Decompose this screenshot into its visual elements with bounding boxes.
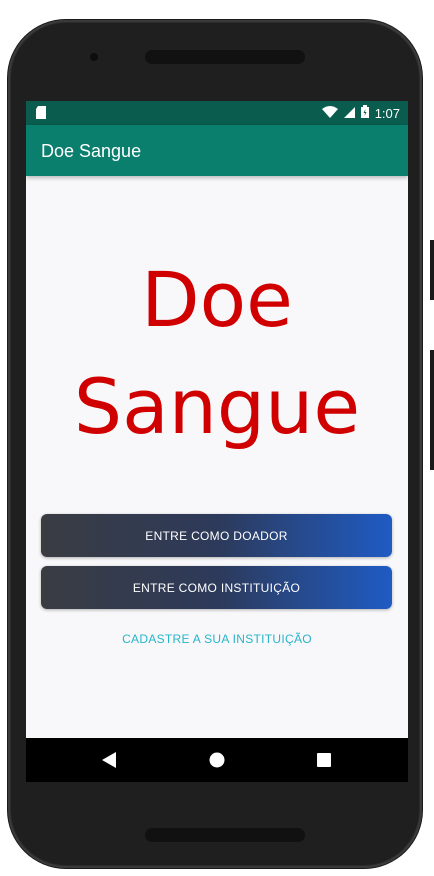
power-button: [430, 240, 434, 300]
cell-signal-icon: [343, 106, 355, 121]
back-icon: [102, 752, 116, 768]
clock: 1:07: [374, 105, 400, 121]
top-speaker: [145, 50, 305, 64]
home-icon: [209, 752, 225, 768]
front-camera: [90, 53, 98, 61]
app-title: Doe Sangue: [41, 141, 142, 161]
status-bar: 1:07: [26, 101, 408, 125]
home-button[interactable]: [187, 738, 247, 782]
recents-icon: [317, 753, 331, 767]
status-icons: 1:07: [321, 105, 400, 121]
navigation-bar: [26, 738, 408, 782]
volume-button: [430, 350, 434, 470]
app-bar: Doe Sangue: [26, 125, 408, 176]
recents-button[interactable]: [294, 738, 354, 782]
hero-line-2: Sangue: [73, 362, 361, 451]
wifi-icon: [321, 105, 338, 121]
screen: 1:07 Doe Sangue Doe Sangue ENTRE COMO DO…: [26, 101, 408, 782]
back-button[interactable]: [79, 738, 139, 782]
bottom-speaker: [145, 828, 305, 842]
enter-as-institution-button[interactable]: ENTRE COMO INSTITUIÇÃO: [41, 566, 392, 609]
hero-line-1: Doe: [141, 255, 293, 344]
hero-title: Doe Sangue: [26, 246, 408, 460]
enter-as-donor-button[interactable]: ENTRE COMO DOADOR: [41, 514, 392, 557]
battery-icon: [360, 105, 369, 121]
sd-card-icon: [36, 106, 46, 119]
register-institution-link[interactable]: CADASTRE A SUA INSTITUIÇÃO: [26, 632, 408, 646]
